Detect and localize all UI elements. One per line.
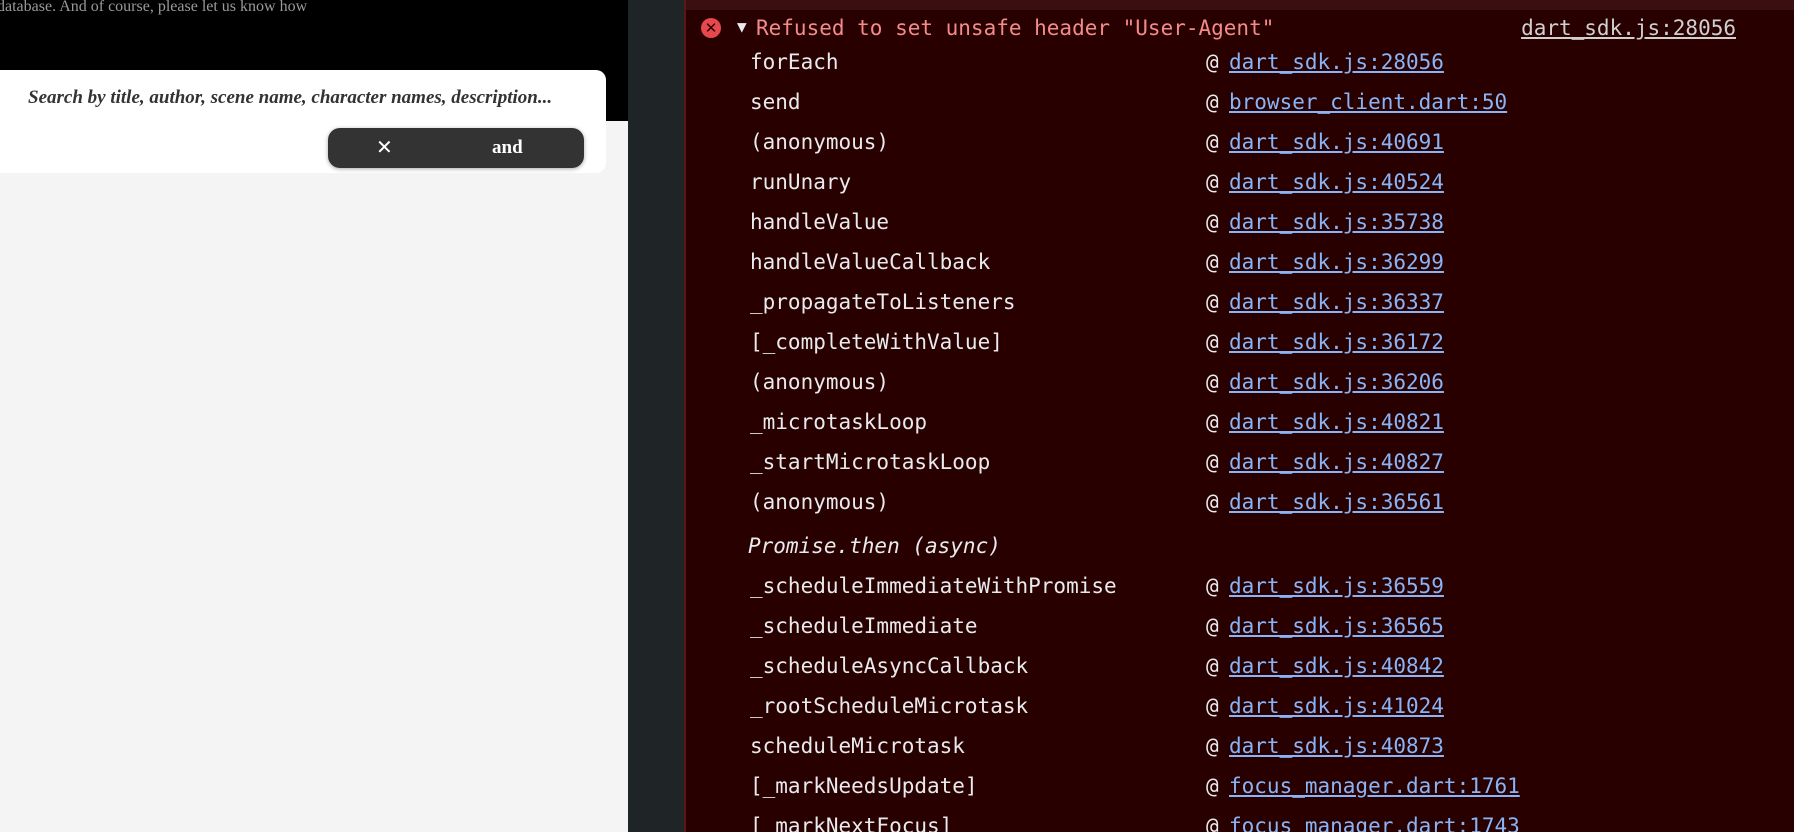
stack-frame-function: _rootScheduleMicrotask [750,694,1029,718]
at-sign: @ [1206,814,1219,832]
stack-frame: _scheduleAsyncCallback @ dart_sdk.js:40842 [686,651,1794,691]
at-sign: @ [1206,290,1219,314]
stack-frame: [_markNextFocus] @ focus_manager.dart:1743 [686,811,1794,832]
at-sign: @ [1206,774,1219,798]
devtools-gutter [628,0,684,832]
stack-frame: _rootScheduleMicrotask @ dart_sdk.js:41024 [686,691,1794,731]
stack-frame: [_completeWithValue] @ dart_sdk.js:36172 [686,327,1794,367]
stack-frame-source-link[interactable]: dart_sdk.js:36561 [1229,490,1444,514]
stack-frame: handleValueCallback @ dart_sdk.js:36299 [686,247,1794,287]
stack-frame-source-link[interactable]: dart_sdk.js:36172 [1229,330,1444,354]
at-sign: @ [1206,250,1219,274]
stack-frame-function: handleValue [750,210,890,234]
triangle-down-icon[interactable]: ▼ [737,17,747,36]
search-input[interactable] [28,80,588,116]
stack-frame-source-link[interactable]: dart_sdk.js:40842 [1229,654,1444,678]
stack-frame-function: _scheduleImmediate [750,614,978,638]
stack-frame-function: (anonymous) [750,370,890,394]
at-sign: @ [1206,90,1219,114]
stack-frame-source-link[interactable]: dart_sdk.js:40524 [1229,170,1444,194]
stack-frame: (anonymous) @ dart_sdk.js:36561 [686,487,1794,527]
stack-frame-function: send [750,90,801,114]
hero-text: database. And of course, please let us k… [0,0,308,15]
async-separator: Promise.then (async) [686,527,1794,571]
stack-frame-function: [_markNeedsUpdate] [750,774,978,798]
stack-frame: handleValue @ dart_sdk.js:35738 [686,207,1794,247]
at-sign: @ [1206,614,1219,638]
at-sign: @ [1206,654,1219,678]
stack-frame-source-link[interactable]: dart_sdk.js:41024 [1229,694,1444,718]
stack-frame: [_markNeedsUpdate] @ focus_manager.dart:17… [686,771,1794,811]
stack-frame-function: Promise.then (async) [748,534,1001,558]
stack-frame-source-link[interactable]: dart_sdk.js:36565 [1229,614,1444,638]
at-sign: @ [1206,490,1219,514]
stack-frame-function: _startMicrotaskLoop [750,450,991,474]
stack-trace: forEach @ dart_sdk.js:28056send @ browser_cl… [686,47,1794,832]
stack-frame-source-link[interactable]: dart_sdk.js:36206 [1229,370,1444,394]
stack-frame-function: _microtaskLoop [750,410,928,434]
stack-frame-source-link[interactable]: dart_sdk.js:36559 [1229,574,1444,598]
stack-frame-function: scheduleMicrotask [750,734,965,758]
stack-frame: forEach @ dart_sdk.js:28056 [686,47,1794,87]
stack-frame-source-link[interactable]: dart_sdk.js:36299 [1229,250,1444,274]
stack-frame-function: runUnary [750,170,852,194]
stack-frame: _propagateToListeners @ dart_sdk.js:36337 [686,287,1794,327]
at-sign: @ [1206,574,1219,598]
stack-frame-function: [_markNextFocus] [750,814,953,832]
stack-frame: _microtaskLoop @ dart_sdk.js:40821 [686,407,1794,447]
error-message: Refused to set unsafe header "User-Agent… [756,16,1275,40]
stack-frame: scheduleMicrotask @ dart_sdk.js:40873 [686,731,1794,771]
close-icon[interactable]: ✕ [376,128,393,168]
error-message-row[interactable]: ✕ ▼ Refused to set unsafe header "User-A… [686,12,1794,48]
at-sign: @ [1206,370,1219,394]
at-sign: @ [1206,330,1219,354]
console-divider [686,0,1794,10]
at-sign: @ [1206,50,1219,74]
stack-frame-function: (anonymous) [750,130,890,154]
stack-frame: _scheduleImmediateWithPromise @ dart_sdk.j… [686,571,1794,611]
stack-frame-source-link[interactable]: dart_sdk.js:40691 [1229,130,1444,154]
stack-frame-source-link[interactable]: dart_sdk.js:40827 [1229,450,1444,474]
stack-frame-function: handleValueCallback [750,250,991,274]
web-page: database. And of course, please let us k… [0,0,628,832]
error-circle-icon: ✕ [701,18,721,38]
stack-frame-source-link[interactable]: dart_sdk.js:40821 [1229,410,1444,434]
stack-frame-function: _propagateToListeners [750,290,1016,314]
stack-frame: send @ browser_client.dart:50 [686,87,1794,127]
at-sign: @ [1206,410,1219,434]
stack-frame-function: _scheduleAsyncCallback [750,654,1029,678]
at-sign: @ [1206,130,1219,154]
stack-frame-source-link[interactable]: dart_sdk.js:28056 [1229,50,1444,74]
at-sign: @ [1206,694,1219,718]
stack-frame-function: (anonymous) [750,490,890,514]
devtools-console[interactable]: ✕ ▼ Refused to set unsafe header "User-A… [684,0,1794,832]
filter-pill[interactable]: ✕ and [328,128,584,168]
at-sign: @ [1206,210,1219,234]
stack-frame-source-link[interactable]: dart_sdk.js:35738 [1229,210,1444,234]
error-source-link[interactable]: dart_sdk.js:28056 [1521,16,1736,40]
stack-frame-function: [_completeWithValue] [750,330,1003,354]
stack-frame-source-link[interactable]: dart_sdk.js:36337 [1229,290,1444,314]
stack-frame-source-link[interactable]: browser_client.dart:50 [1229,90,1507,114]
stack-frame: _scheduleImmediate @ dart_sdk.js:36565 [686,611,1794,651]
stack-frame: runUnary @ dart_sdk.js:40524 [686,167,1794,207]
at-sign: @ [1206,170,1219,194]
stack-frame-source-link[interactable]: focus_manager.dart:1743 [1229,814,1520,832]
stack-frame-source-link[interactable]: focus_manager.dart:1761 [1229,774,1520,798]
search-card: ✕ and [0,70,606,173]
stack-frame: (anonymous) @ dart_sdk.js:40691 [686,127,1794,167]
filter-pill-label: and [492,137,523,158]
stack-frame-function: forEach [750,50,839,74]
stack-frame-function: _scheduleImmediateWithPromise [750,574,1117,598]
at-sign: @ [1206,450,1219,474]
stack-frame: (anonymous) @ dart_sdk.js:36206 [686,367,1794,407]
at-sign: @ [1206,734,1219,758]
stack-frame-source-link[interactable]: dart_sdk.js:40873 [1229,734,1444,758]
stack-frame: _startMicrotaskLoop @ dart_sdk.js:40827 [686,447,1794,487]
